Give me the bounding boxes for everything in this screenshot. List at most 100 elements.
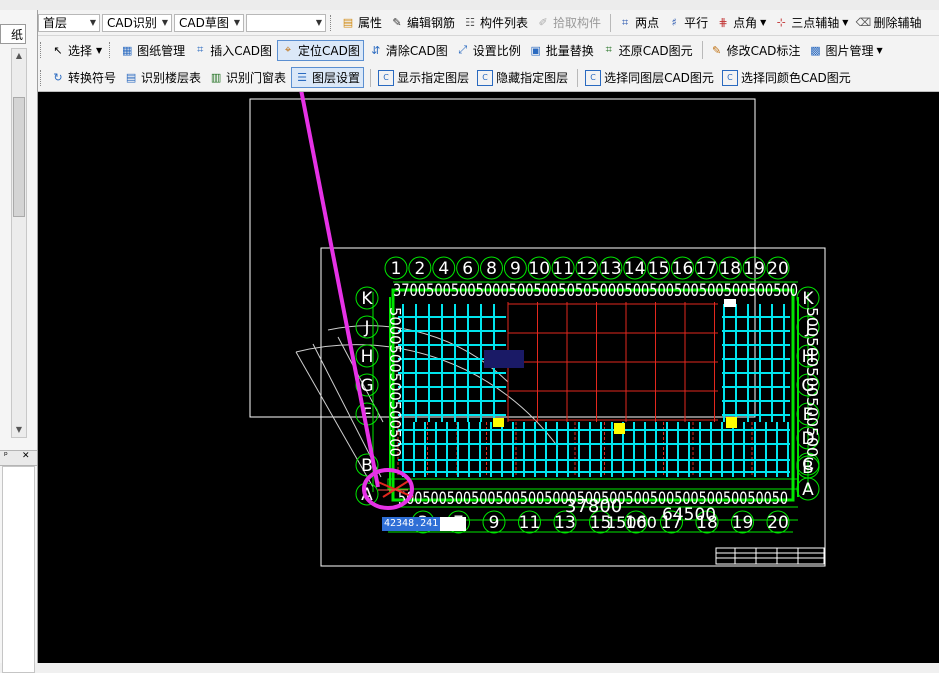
drawing-tab[interactable]: 纸 — [0, 24, 26, 44]
top-axis-bubble: 6 — [456, 256, 480, 280]
toolbar-separator — [370, 68, 372, 87]
batch-replace-button[interactable]: ▣ 批量替换 — [526, 40, 597, 61]
chevron-down-icon: ▼ — [233, 18, 240, 27]
overlap-dim-text: 15000 — [606, 513, 657, 532]
drawing-canvas[interactable]: 1246891011121314151617181920 37911131516… — [38, 92, 939, 663]
point-angle-button[interactable]: ⋕ 点角 ▼ — [713, 12, 769, 33]
top-axis-label: 2 — [414, 259, 425, 279]
layer-settings-button[interactable]: ☰ 图层设置 — [291, 67, 365, 88]
set-scale-button[interactable]: ⤢ 设置比例 — [453, 40, 524, 61]
properties-label: 属性 — [358, 16, 383, 30]
restore-cad-button[interactable]: ⌗ 还原CAD图元 — [599, 40, 696, 61]
pick-component-label: 拾取构件 — [553, 16, 602, 30]
mode-select[interactable]: CAD识别 ▼ — [102, 13, 172, 32]
identify-floor-table-button[interactable]: ▤ 识别楼层表 — [121, 67, 204, 88]
top-axis-label: 19 — [743, 259, 765, 279]
identify-door-window-button[interactable]: ▥ 识别门窗表 — [206, 67, 289, 88]
show-layer-label: 显示指定图层 — [397, 71, 470, 85]
show-layer-button[interactable]: C 显示指定图层 — [375, 67, 472, 88]
select-button[interactable]: ↖ 选择 ▼ — [48, 40, 105, 61]
delete-aux-axis-label: 删除辅轴 — [873, 16, 922, 30]
locate-cad-icon: ⌖ — [284, 43, 292, 56]
left-axis-bubble: A — [355, 482, 379, 506]
select-label: 选择 — [68, 43, 93, 58]
dim-text-top: 3700500500500050050050505000500500500500… — [393, 281, 798, 301]
scroll-thumb[interactable] — [13, 97, 25, 217]
three-point-axis-button[interactable]: ⊹ 三点辅轴 ▼ — [771, 12, 851, 33]
delete-aux-axis-button[interactable]: ⌫ 删除辅轴 — [853, 12, 924, 33]
drawing-manager-button[interactable]: ▦ 图纸管理 — [117, 40, 188, 61]
parallel-axis-button[interactable]: ♯ 平行 — [664, 12, 711, 33]
top-axis-bubble: 15 — [647, 256, 671, 280]
toolbar-separator — [577, 68, 579, 87]
edit-cad-annotation-button[interactable]: ✎ 修改CAD标注 — [707, 40, 804, 61]
pin-icon[interactable]: ᵖ — [4, 451, 8, 461]
clear-cad-button[interactable]: ⇵ 清除CAD图 — [366, 40, 451, 61]
top-axis-bubble: 20 — [766, 256, 790, 280]
type-select[interactable]: CAD草图 ▼ — [174, 13, 244, 32]
point-angle-icon: ⋕ — [718, 16, 728, 29]
hide-layer-button[interactable]: C 隐藏指定图层 — [474, 67, 571, 88]
select-same-layer-button[interactable]: C 选择同图层CAD图元 — [582, 67, 717, 88]
batch-replace-icon: ▣ — [530, 43, 541, 57]
bottom-axis-bubble: 19 — [731, 510, 754, 534]
title-block — [715, 547, 825, 565]
left-axis-bubble: H — [355, 344, 379, 368]
top-axis-bubble: 14 — [623, 256, 647, 280]
insert-cad-button[interactable]: ⌗ 插入CAD图 — [190, 40, 275, 61]
image-manager-button[interactable]: ▩ 图片管理 ▼ — [805, 40, 885, 61]
bottom-axis-label: 9 — [489, 513, 500, 533]
toolbar-grip — [40, 69, 44, 86]
top-axis-bubble: 8 — [480, 256, 503, 280]
chevron-down-icon: ▼ — [89, 18, 96, 27]
component-list-button[interactable]: ☷ 构件列表 — [460, 12, 531, 33]
floor-select[interactable]: 首层 ▼ — [38, 13, 100, 32]
scroll-down-icon[interactable]: ▼ — [12, 423, 26, 437]
top-axis-label: 11 — [552, 259, 574, 279]
cad-drawing[interactable]: 1246891011121314151617181920 37911131516… — [38, 92, 939, 663]
edit-rebar-label: 编辑钢筋 — [407, 16, 456, 30]
right-axis-bubble: K — [796, 286, 820, 310]
two-point-axis-button[interactable]: ⌗ 两点 — [615, 12, 662, 33]
top-axis-bubble: 17 — [694, 256, 718, 280]
left-axis-bubble: J — [355, 315, 379, 339]
left-panel-scrollbar[interactable]: ▲ ▼ — [11, 48, 27, 438]
close-icon[interactable]: ✕ — [22, 451, 30, 461]
top-axis-bubbles: 1 2 4 6 8 9 10 11 12 13 14 15 16 17 18 19 20 — [384, 256, 790, 280]
pencil-icon: ✎ — [392, 16, 402, 29]
edit-rebar-button[interactable]: ✎ 编辑钢筋 — [387, 12, 458, 33]
bottom-axis-label: 19 — [732, 513, 754, 533]
top-axis-bubble: 1 — [384, 256, 408, 280]
properties-icon: ▤ — [342, 16, 354, 29]
clear-cad-icon: ⇵ — [371, 43, 381, 57]
identify-door-window-label: 识别门窗表 — [226, 71, 287, 85]
dim-text-left: 5000500500500500 — [386, 307, 404, 457]
restore-cad-label: 还原CAD图元 — [618, 43, 693, 58]
select-same-color-button[interactable]: C 选择同颜色CAD图元 — [719, 67, 854, 88]
drawing-manager-icon: ▦ — [121, 43, 133, 57]
bottom-axis-bubble: 11 — [518, 510, 541, 534]
top-axis-label: 4 — [438, 259, 449, 279]
select-same-color-label: 选择同颜色CAD图元 — [740, 71, 851, 85]
lower-panel — [2, 466, 35, 673]
element-select[interactable]: ▼ — [246, 13, 326, 32]
left-axis-label: K — [361, 289, 373, 309]
chevron-down-icon: ▼ — [842, 18, 849, 27]
scroll-up-icon[interactable]: ▲ — [12, 49, 26, 63]
pick-component-button[interactable]: ✐ 拾取构件 — [533, 12, 604, 33]
bottom-axis-label: 11 — [519, 513, 541, 533]
top-axis-bubble: 13 — [599, 256, 623, 280]
properties-button[interactable]: ▤ 属性 — [338, 12, 385, 33]
convert-symbol-icon: ↻ — [53, 71, 63, 84]
image-manager-label: 图片管理 — [825, 43, 874, 58]
red-grid — [397, 302, 753, 477]
top-axis-bubble: 18 — [718, 256, 742, 280]
component-list-label: 构件列表 — [480, 16, 529, 30]
locate-cad-button[interactable]: ⌖ 定位CAD图 — [277, 39, 364, 61]
coordinate-readout[interactable]: 42348.241 — [382, 517, 467, 531]
select-same-layer-label: 选择同图层CAD图元 — [604, 71, 714, 85]
two-point-icon: ⌗ — [621, 15, 629, 29]
convert-symbol-button[interactable]: ↻ 转换符号 — [48, 67, 119, 88]
panel-titlebar: ᵖ ✕ — [0, 450, 37, 466]
coordinate-value: 42348.241 — [382, 517, 441, 531]
